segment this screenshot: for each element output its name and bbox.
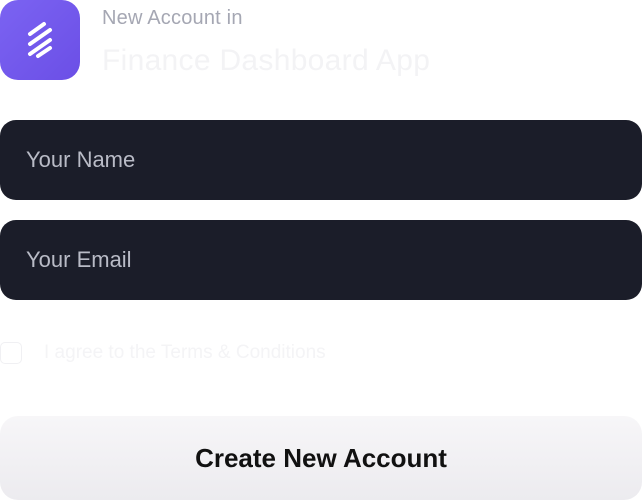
terms-label: I agree to the Terms & Conditions — [44, 342, 326, 363]
email-field[interactable] — [0, 220, 642, 300]
signup-screen: New Account in Finance Dashboard App I a… — [0, 0, 642, 500]
header-subtitle: New Account in — [102, 7, 243, 29]
create-account-button[interactable]: Create New Account — [0, 416, 642, 500]
name-field[interactable] — [0, 120, 642, 200]
stripes-logo-icon — [28, 22, 52, 58]
page-title: Finance Dashboard App — [102, 44, 431, 77]
email-input[interactable] — [26, 220, 642, 300]
name-input[interactable] — [26, 120, 642, 200]
app-logo — [0, 0, 80, 80]
terms-checkbox[interactable] — [0, 342, 22, 364]
terms-agreement: I agree to the Terms & Conditions — [0, 342, 326, 364]
